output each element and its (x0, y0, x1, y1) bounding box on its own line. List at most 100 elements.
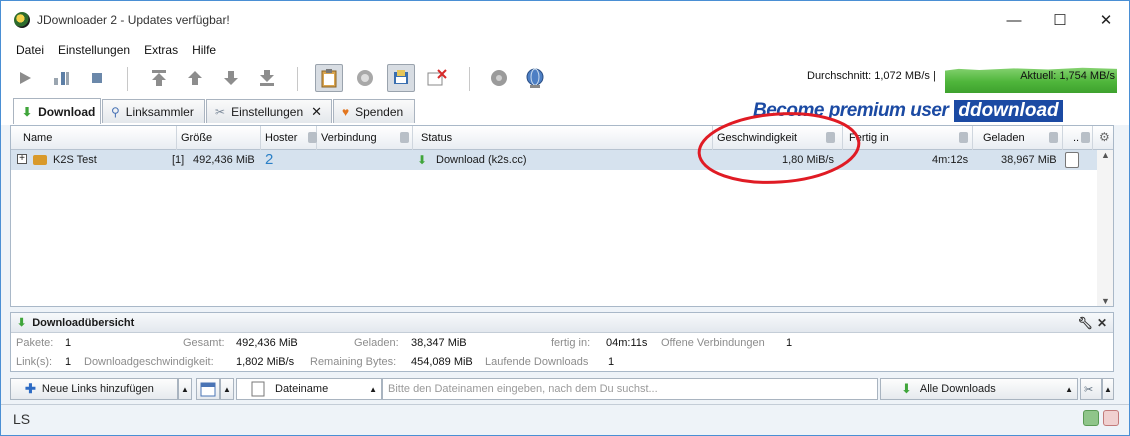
chevron-up-icon: ▲ (223, 384, 231, 394)
download-status-icon: ⬇ (417, 153, 428, 167)
tab-linksammler[interactable]: ⚲ Linksammler (102, 99, 205, 123)
row-count: [1] (172, 154, 185, 166)
settings-tools-button[interactable]: ✂ (1080, 378, 1102, 400)
value-remaining-bytes: 454,089 MiB (411, 356, 473, 368)
play-icon[interactable] (11, 64, 39, 92)
menu-hilfe[interactable]: Hilfe (185, 43, 223, 57)
label-fertig-in: fertig in: (551, 337, 591, 349)
lock-icon (400, 132, 409, 143)
reconnect-icon[interactable] (351, 64, 379, 92)
scroll-down-icon[interactable]: ▼ (1101, 296, 1110, 306)
tab-einstellungen-label: Einstellungen (231, 104, 304, 119)
speed-current: Aktuell: 1,754 MB/s (1020, 70, 1115, 82)
update-icon[interactable] (485, 64, 513, 92)
menu-bar: Datei Einstellungen Extras Hilfe (1, 39, 1129, 61)
col-name[interactable]: Name (11, 126, 177, 150)
close-button[interactable]: ✕ (1083, 1, 1129, 39)
table-header: Name Größe Hoster Verbindung Status Gesc… (11, 126, 1113, 150)
column-settings-icon[interactable]: ⚙ (1099, 130, 1110, 144)
tab-close-icon[interactable]: ✕ (311, 104, 322, 120)
status-bar: LS (1, 404, 1129, 435)
add-links-label: Neue Links hinzufügen (41, 383, 154, 395)
move-top-icon[interactable] (145, 64, 173, 92)
title-bar: JDownloader 2 - Updates verfügbar! — ☐ ✕ (1, 1, 1129, 39)
label-pakete: Pakete: (16, 337, 54, 349)
minimize-button[interactable]: — (991, 1, 1037, 39)
chevron-up-icon: ▲ (369, 384, 377, 394)
plus-icon: ✚ (25, 381, 36, 396)
value-links: 1 (65, 356, 72, 368)
add-links-dropdown[interactable]: ▲ (178, 378, 192, 400)
label-laufende-downloads: Laufende Downloads (485, 356, 589, 368)
view-select[interactable]: ⬇ Alle Downloads ▲ (880, 378, 1078, 400)
tab-spenden-label: Spenden (355, 104, 404, 119)
tab-bar: ⬇ Download ⚲ Linksammler ✂ Einstellungen… (1, 97, 1129, 125)
filter-field-label: Dateiname (275, 383, 329, 395)
move-down-icon[interactable] (217, 64, 245, 92)
package-icon (33, 155, 47, 165)
menu-einstellungen[interactable]: Einstellungen (51, 43, 137, 57)
col-groesse[interactable]: Größe (177, 126, 261, 150)
premium-status-icon[interactable] (1103, 410, 1119, 426)
lock-icon (1049, 132, 1058, 143)
calendar-icon (200, 382, 216, 397)
settings-tools-dropdown[interactable]: ▲ (1102, 378, 1114, 400)
heart-icon: ♥ (342, 104, 350, 119)
tab-download[interactable]: ⬇ Download (13, 98, 101, 124)
tab-einstellungen[interactable]: ✂ Einstellungen ✕ (206, 99, 332, 123)
overview-line-2: Link(s): 1 Downloadgeschwindigkeit: 1,80… (11, 353, 1111, 371)
row-name: K2S Test (53, 154, 97, 166)
col-verbindung[interactable]: Verbindung (317, 126, 413, 150)
ddownload-logo: ddownload (954, 100, 1063, 122)
overview-close-icon[interactable]: ✕ (1097, 316, 1107, 330)
stop-icon[interactable] (83, 64, 111, 92)
table-row[interactable]: + K2S Test [1] 492,436 MiB 2 ⬇ Download … (11, 150, 1097, 170)
row-status: Download (k2s.cc) (436, 154, 527, 166)
chevron-up-icon: ▲ (1065, 384, 1073, 394)
status-left: LS (13, 411, 31, 427)
lock-icon (1081, 132, 1090, 143)
reconnect-status-icon[interactable] (1083, 410, 1099, 426)
value-laufende-downloads: 1 (608, 356, 615, 368)
filter-field-select[interactable]: Dateiname ▲ (236, 378, 382, 400)
tab-spenden[interactable]: ♥ Spenden (333, 99, 415, 123)
download-arrow-icon: ⬇ (901, 381, 912, 396)
bottom-toolbar: ✚ Neue Links hinzufügen ▲ ▲ Dateiname ▲ … (10, 378, 1114, 400)
calendar-dropdown[interactable]: ▲ (220, 378, 234, 400)
menu-datei[interactable]: Datei (9, 43, 51, 57)
highlight-ellipse (697, 112, 861, 184)
premium-toggle-icon[interactable] (387, 64, 415, 92)
maximize-button[interactable]: ☐ (1037, 1, 1083, 39)
pause-icon[interactable] (47, 64, 75, 92)
move-bottom-icon[interactable] (253, 64, 281, 92)
scroll-up-icon[interactable]: ▲ (1101, 150, 1110, 160)
label-links: Link(s): (16, 356, 53, 368)
clipboard-icon[interactable] (315, 64, 343, 92)
add-links-button[interactable]: ✚ Neue Links hinzufügen (10, 378, 178, 400)
value-gesamt: 492,436 MiB (236, 337, 298, 349)
row-loaded: 38,967 MiB (1001, 154, 1057, 166)
view-select-label: Alle Downloads (919, 383, 996, 395)
col-status[interactable]: Status (413, 126, 713, 150)
search-input[interactable]: Bitte den Dateinamen eingeben, nach dem … (382, 378, 878, 400)
row-checkbox[interactable] (1065, 152, 1079, 168)
globe-icon[interactable] (521, 64, 549, 92)
calendar-button[interactable] (196, 378, 220, 400)
wrench-icon[interactable]: 🔧︎ (1078, 316, 1093, 330)
label-downloadgeschwindigkeit: Downloadgeschwindigkeit: (84, 356, 214, 368)
lock-icon (959, 132, 968, 143)
overview-header: ⬇ Downloadübersicht 🔧︎ ✕ (11, 313, 1113, 333)
magnifier-icon: ⚲ (111, 104, 120, 119)
vertical-scrollbar[interactable]: ▲ ▼ (1097, 150, 1113, 306)
label-remaining-bytes: Remaining Bytes: (310, 356, 397, 368)
chevron-up-icon: ▲ (181, 384, 189, 394)
label-offene-verbindungen: Offene Verbindungen (661, 337, 765, 349)
menu-extras[interactable]: Extras (137, 43, 185, 57)
clear-icon[interactable] (423, 64, 451, 92)
value-pakete: 1 (65, 337, 72, 349)
expand-toggle[interactable]: + (17, 154, 27, 164)
download-arrow-icon: ⬇ (22, 104, 33, 119)
value-fertig-in: 04m:11s (606, 337, 648, 349)
chevron-up-icon: ▲ (1104, 384, 1112, 394)
move-up-icon[interactable] (181, 64, 209, 92)
